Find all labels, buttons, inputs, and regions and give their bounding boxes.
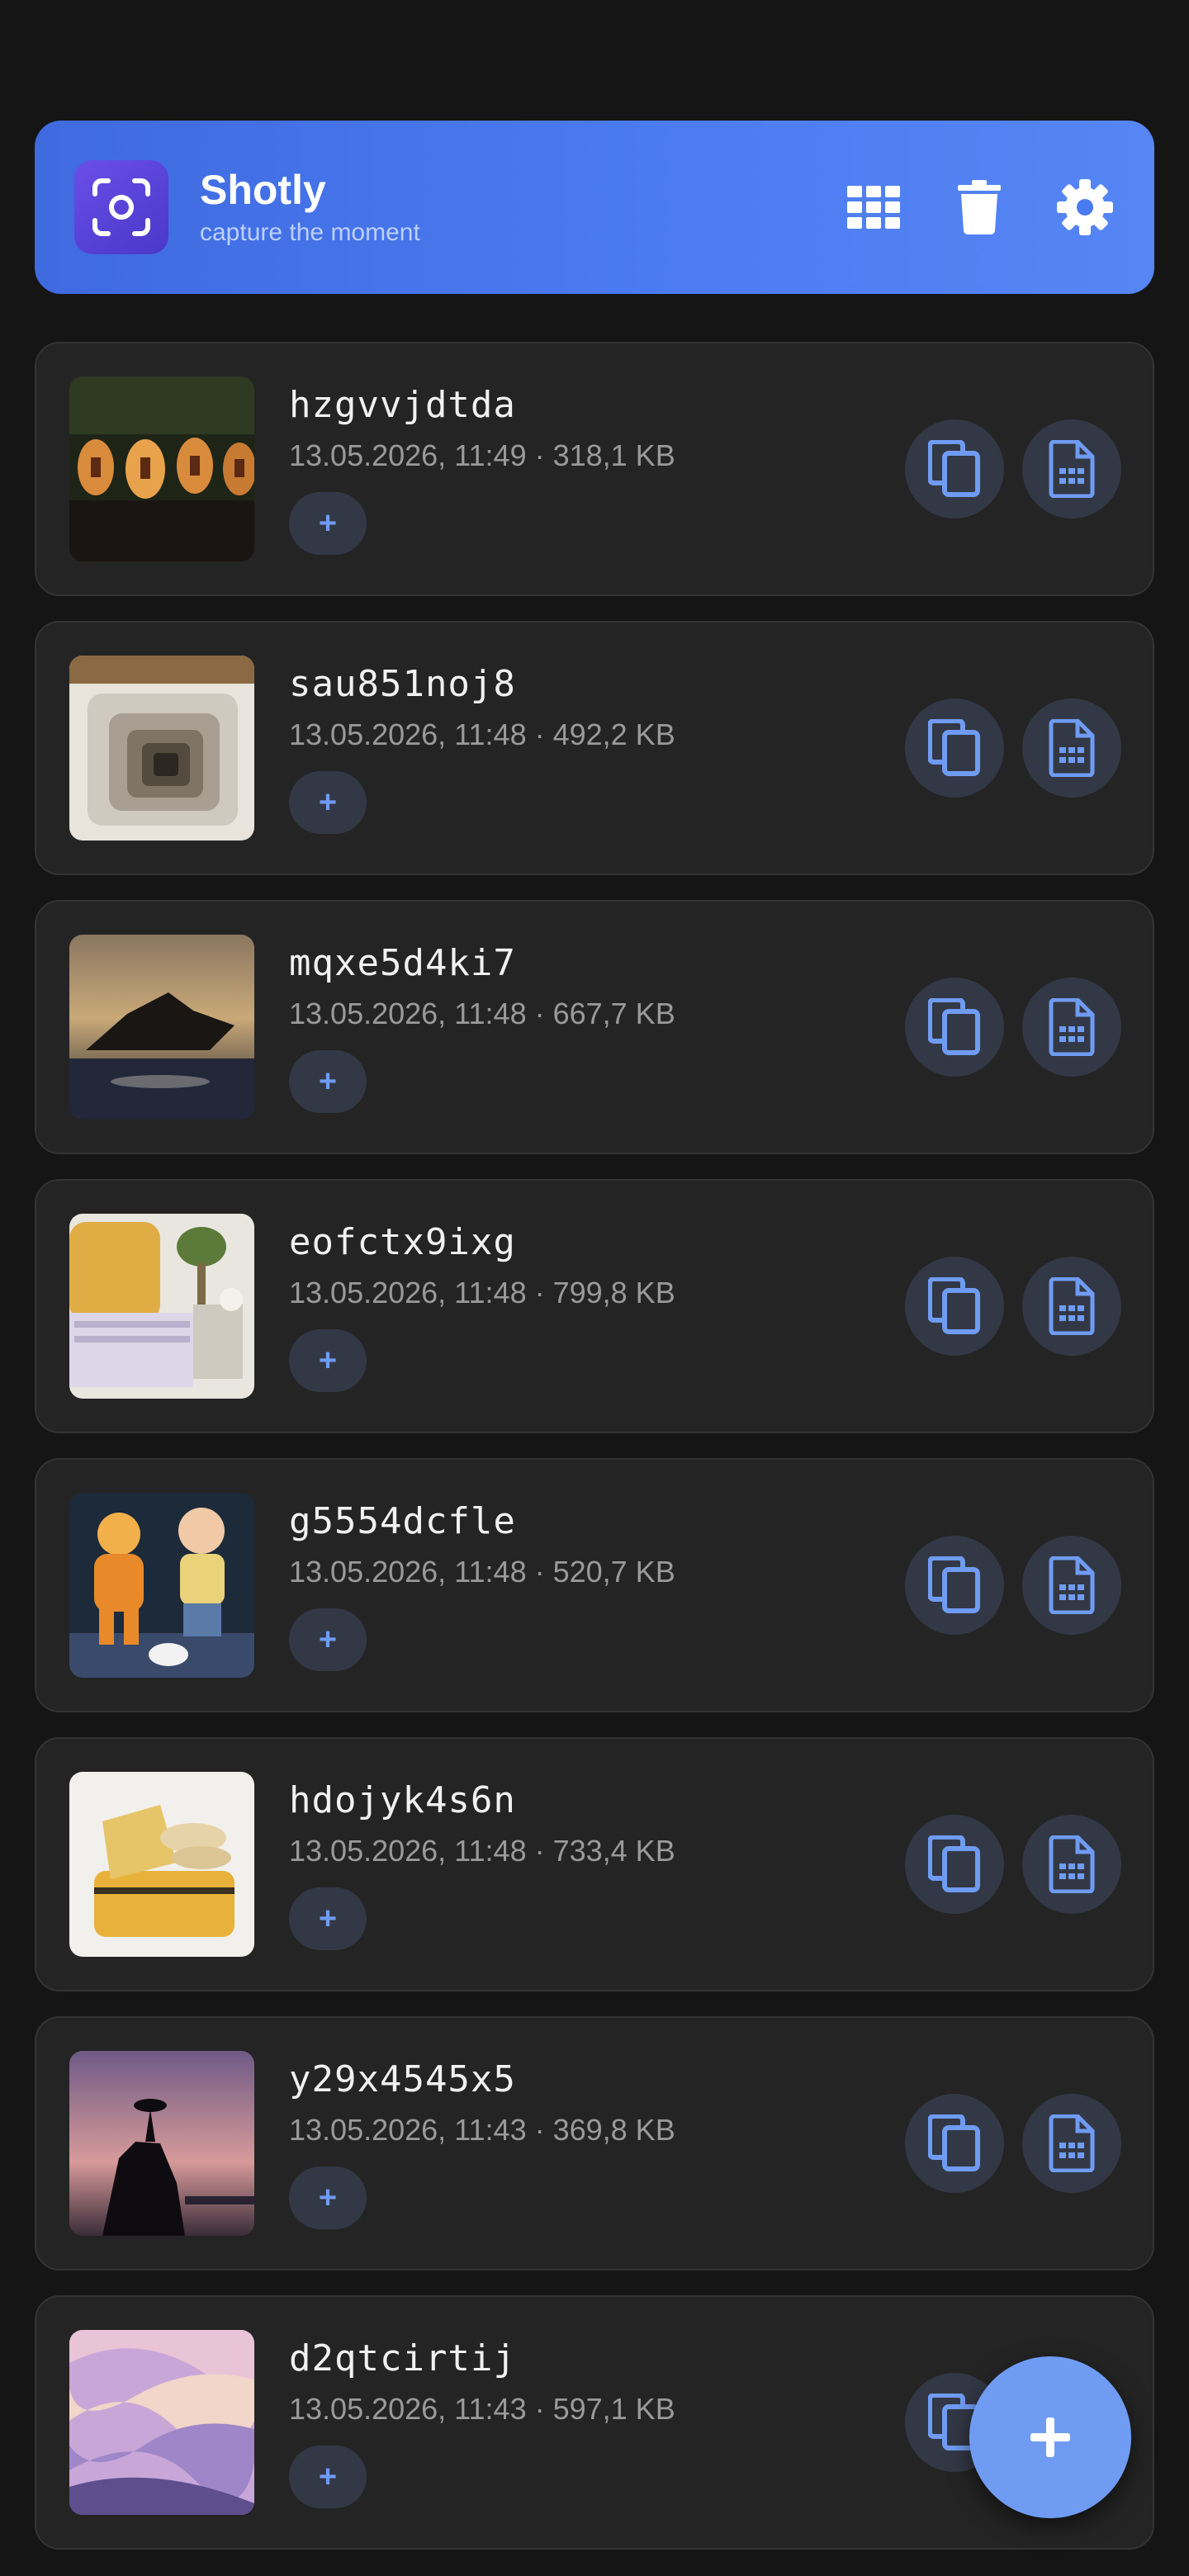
copy-icon	[928, 1556, 980, 1613]
file-button[interactable]	[1022, 978, 1121, 1077]
thumbnail-image[interactable]	[69, 656, 254, 841]
document-icon	[1049, 2114, 1095, 2172]
file-name: mqxe5d4ki7	[289, 942, 516, 984]
trash-icon[interactable]	[945, 173, 1014, 242]
add-tag-button[interactable]: +	[289, 1050, 367, 1113]
file-meta: 13.05.2026, 11:48 · 799,8 KB	[289, 1276, 675, 1309]
file-name: eofctx9ixg	[289, 1221, 516, 1263]
file-button[interactable]	[1022, 1257, 1121, 1356]
file-button[interactable]	[1022, 1536, 1121, 1635]
screenshot-card[interactable]: sau851noj8 13.05.2026, 11:48 · 492,2 KB …	[35, 621, 1154, 875]
screenshot-list: hzgvvjdtda 13.05.2026, 11:49 · 318,1 KB …	[35, 342, 1154, 2574]
file-button[interactable]	[1022, 1815, 1121, 1914]
file-meta: 13.05.2026, 11:49 · 318,1 KB	[289, 438, 675, 472]
item-info: y29x4545x5 13.05.2026, 11:43 · 369,8 KB …	[289, 2057, 675, 2229]
document-icon	[1049, 1277, 1095, 1335]
add-tag-button[interactable]: +	[289, 771, 367, 834]
settings-gear-icon[interactable]	[1050, 173, 1120, 242]
copy-button[interactable]	[905, 1815, 1004, 1914]
thumbnail-image[interactable]	[69, 1772, 254, 1957]
add-tag-button[interactable]: +	[289, 492, 367, 555]
item-actions	[905, 1257, 1121, 1356]
copy-button[interactable]	[905, 698, 1004, 798]
screenshot-card[interactable]: hdojyk4s6n 13.05.2026, 11:48 · 733,4 KB …	[35, 1737, 1154, 1991]
item-info: hzgvvjdtda 13.05.2026, 11:49 · 318,1 KB …	[289, 383, 675, 555]
header-actions	[839, 173, 1120, 242]
screenshot-card[interactable]: mqxe5d4ki7 13.05.2026, 11:48 · 667,7 KB …	[35, 900, 1154, 1154]
app-title: Shotly	[200, 167, 326, 213]
add-tag-button[interactable]: +	[289, 1887, 367, 1950]
file-meta: 13.05.2026, 11:43 · 369,8 KB	[289, 2113, 675, 2147]
app-subtitle: capture the moment	[200, 219, 420, 246]
copy-icon	[928, 2114, 980, 2171]
copy-button[interactable]	[905, 978, 1004, 1077]
add-tag-button[interactable]: +	[289, 1608, 367, 1671]
thumbnail-image[interactable]	[69, 1493, 254, 1678]
item-info: g5554dcfle 13.05.2026, 11:48 · 520,7 KB …	[289, 1499, 675, 1671]
copy-button[interactable]	[905, 1257, 1004, 1356]
add-screenshot-fab[interactable]	[969, 2356, 1131, 2518]
file-meta: 13.05.2026, 11:48 · 733,4 KB	[289, 1834, 675, 1868]
copy-icon	[928, 719, 980, 776]
file-button[interactable]	[1022, 698, 1121, 798]
thumbnail-image[interactable]	[69, 2051, 254, 2236]
file-meta: 13.05.2026, 11:43 · 597,1 KB	[289, 2392, 675, 2426]
item-info: eofctx9ixg 13.05.2026, 11:48 · 799,8 KB …	[289, 1220, 675, 1392]
app-logo-icon	[74, 160, 168, 254]
plus-icon	[1030, 2417, 1070, 2457]
copy-icon	[928, 1277, 980, 1334]
document-icon	[1049, 1556, 1095, 1614]
item-actions	[905, 978, 1121, 1077]
file-meta: 13.05.2026, 11:48 · 520,7 KB	[289, 1555, 675, 1589]
screen: Shotly capture the moment hzgvvjdtda 13.…	[0, 0, 1189, 2576]
screenshot-card[interactable]: hzgvvjdtda 13.05.2026, 11:49 · 318,1 KB …	[35, 342, 1154, 596]
copy-icon	[928, 440, 980, 497]
item-info: sau851noj8 13.05.2026, 11:48 · 492,2 KB …	[289, 662, 675, 834]
file-name: hzgvvjdtda	[289, 384, 516, 426]
file-name: g5554dcfle	[289, 1500, 516, 1542]
item-info: mqxe5d4ki7 13.05.2026, 11:48 · 667,7 KB …	[289, 941, 675, 1113]
thumbnail-image[interactable]	[69, 2330, 254, 2515]
document-icon	[1049, 998, 1095, 1056]
grid-view-icon[interactable]	[839, 173, 908, 242]
item-actions	[905, 419, 1121, 519]
item-actions	[905, 698, 1121, 798]
add-tag-button[interactable]: +	[289, 2166, 367, 2229]
brand: Shotly capture the moment	[200, 165, 420, 249]
item-info: d2qtcirtij 13.05.2026, 11:43 · 597,1 KB …	[289, 2337, 675, 2508]
copy-icon	[928, 1835, 980, 1892]
thumbnail-image[interactable]	[69, 935, 254, 1120]
screenshot-card[interactable]: eofctx9ixg 13.05.2026, 11:48 · 799,8 KB …	[35, 1179, 1154, 1433]
screenshot-card[interactable]: y29x4545x5 13.05.2026, 11:43 · 369,8 KB …	[35, 2016, 1154, 2271]
file-name: d2qtcirtij	[289, 2337, 516, 2379]
app-header: Shotly capture the moment	[35, 121, 1154, 294]
document-icon	[1049, 1835, 1095, 1893]
item-actions	[905, 2094, 1121, 2193]
copy-button[interactable]	[905, 419, 1004, 519]
add-tag-button[interactable]: +	[289, 1329, 367, 1392]
document-icon	[1049, 440, 1095, 498]
file-name: y29x4545x5	[289, 2058, 516, 2100]
copy-icon	[928, 998, 980, 1055]
add-tag-button[interactable]: +	[289, 2446, 367, 2508]
copy-button[interactable]	[905, 2094, 1004, 2193]
file-name: hdojyk4s6n	[289, 1779, 516, 1821]
thumbnail-image[interactable]	[69, 1214, 254, 1399]
thumbnail-image[interactable]	[69, 376, 254, 561]
document-icon	[1049, 719, 1095, 777]
file-meta: 13.05.2026, 11:48 · 667,7 KB	[289, 997, 675, 1030]
item-info: hdojyk4s6n 13.05.2026, 11:48 · 733,4 KB …	[289, 1778, 675, 1950]
file-button[interactable]	[1022, 2094, 1121, 2193]
file-button[interactable]	[1022, 419, 1121, 519]
file-name: sau851noj8	[289, 663, 516, 705]
item-actions	[905, 1815, 1121, 1914]
copy-button[interactable]	[905, 1536, 1004, 1635]
screenshot-card[interactable]: g5554dcfle 13.05.2026, 11:48 · 520,7 KB …	[35, 1458, 1154, 1712]
item-actions	[905, 1536, 1121, 1635]
file-meta: 13.05.2026, 11:48 · 492,2 KB	[289, 717, 675, 751]
